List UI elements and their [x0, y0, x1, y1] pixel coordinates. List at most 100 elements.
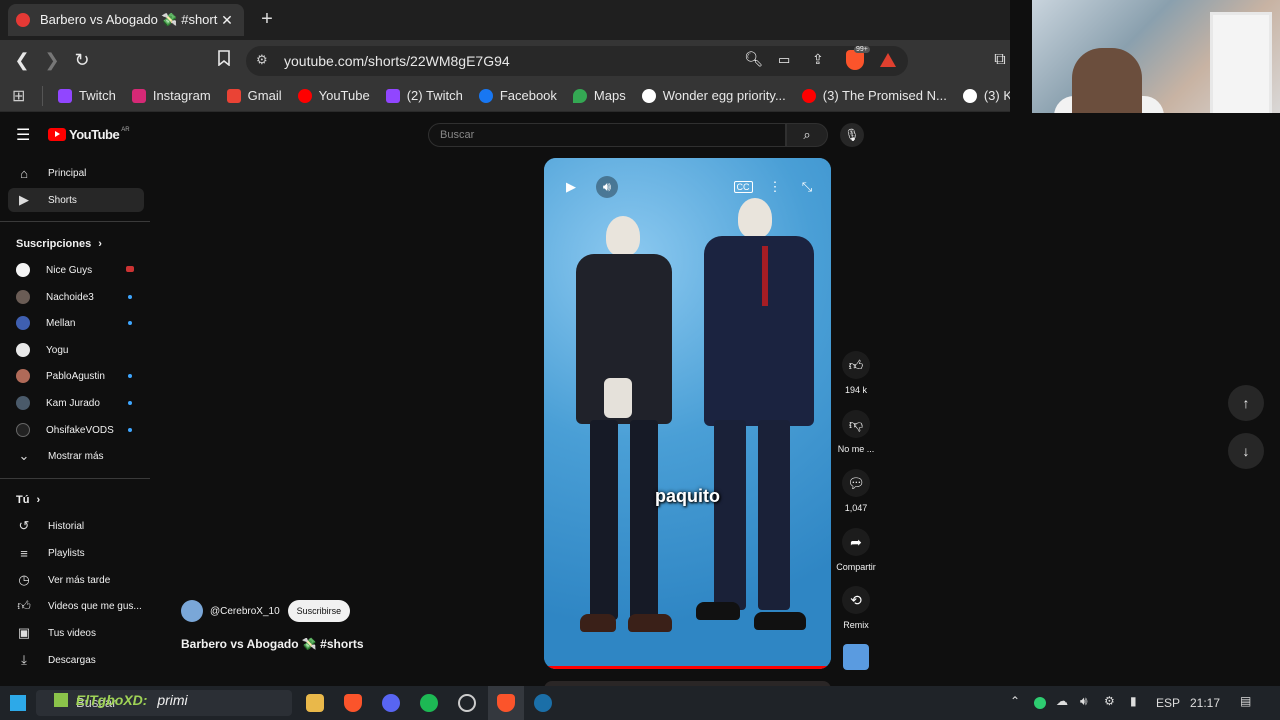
- channel-avatar[interactable]: [181, 600, 203, 622]
- show-hidden-icons[interactable]: ⌃: [1010, 694, 1020, 708]
- bookmark-youtube[interactable]: YouTube: [297, 88, 370, 103]
- tray-status-icon[interactable]: [1034, 697, 1046, 709]
- bookmark-instagram[interactable]: Instagram: [131, 88, 211, 103]
- search-button[interactable]: ⌕: [786, 123, 828, 147]
- bookmark-wonder-egg[interactable]: Wonder egg priority...: [641, 88, 786, 103]
- bookmarks-divider: [42, 86, 43, 106]
- captions-button[interactable]: CC: [732, 176, 754, 198]
- site-settings-icon[interactable]: ⚙: [256, 52, 268, 68]
- obs-icon[interactable]: [458, 694, 476, 712]
- bookmark-gmail[interactable]: Gmail: [226, 88, 282, 103]
- short-title[interactable]: Barbero vs Abogado 💸 #shorts: [181, 637, 364, 651]
- windows-start-icon[interactable]: [10, 695, 26, 711]
- reload-button[interactable]: ↻: [70, 48, 94, 72]
- notifications-icon[interactable]: ▤: [1240, 694, 1251, 708]
- avatar: [16, 263, 30, 277]
- new-tab-button[interactable]: +: [256, 8, 278, 30]
- chat-badge-icon: [54, 693, 68, 707]
- zoom-icon[interactable]: 🔍︎: [744, 50, 763, 68]
- share-icon[interactable]: ⇪: [812, 51, 824, 68]
- play-button[interactable]: ▶: [560, 176, 582, 198]
- steam-tray-icon[interactable]: ⚙: [1104, 694, 1115, 708]
- sidebar-item-principal[interactable]: ⌂ Principal: [8, 161, 144, 185]
- previous-short-button[interactable]: ↑: [1228, 385, 1264, 421]
- bookmark-maps[interactable]: Maps: [572, 88, 626, 103]
- subscription-nachoide3[interactable]: Nachoide3: [8, 285, 144, 309]
- you-heading[interactable]: Tú ›: [16, 494, 40, 506]
- sidebar-item-downloads[interactable]: ⤓ Descargas: [8, 648, 144, 672]
- sidebar-item-watch-later[interactable]: ◷ Ver más tarde: [8, 568, 144, 592]
- expand-icon: ⤡: [801, 179, 813, 194]
- forward-button[interactable]: ❯: [40, 48, 64, 72]
- shield-badge: 99+: [854, 46, 870, 53]
- thumbs-up-icon: 👍︎: [842, 351, 870, 379]
- youtube-logo[interactable]: YouTube AR: [48, 127, 130, 142]
- browser-tab[interactable]: Barbero vs Abogado 💸 #shorts ✕: [8, 4, 244, 36]
- channel-name[interactable]: @CerebroX_10: [210, 606, 280, 617]
- file-explorer-icon[interactable]: [306, 694, 324, 712]
- extensions-icon[interactable]: ⧉: [988, 48, 1012, 72]
- bookmark-twitch-2[interactable]: (2) Twitch: [385, 88, 463, 103]
- subscription-yogu[interactable]: Yogu: [8, 338, 144, 362]
- cast-icon[interactable]: ▭: [778, 52, 790, 68]
- fullscreen-button[interactable]: ⤡: [796, 176, 818, 198]
- subscribe-button[interactable]: Suscribirse: [287, 600, 351, 622]
- twitch-icon: [385, 88, 400, 103]
- volume-tray-icon[interactable]: 🔊︎: [1080, 694, 1088, 709]
- sound-channel-avatar[interactable]: [843, 644, 869, 670]
- subscription-ohsifakevods[interactable]: OhsifakeVODS: [8, 418, 144, 442]
- apps-grid-icon[interactable]: ⊞: [12, 86, 25, 106]
- clock[interactable]: 21:17: [1190, 696, 1220, 710]
- youtube-icon: [801, 88, 816, 103]
- menu-icon[interactable]: ☰: [16, 125, 30, 145]
- next-short-button[interactable]: ↓: [1228, 433, 1264, 469]
- subscription-kam-jurado[interactable]: Kam Jurado: [8, 391, 144, 415]
- sidebar-item-your-videos[interactable]: ▣ Tus videos: [8, 621, 144, 645]
- bookmark-twitch[interactable]: Twitch: [58, 88, 116, 103]
- sidebar-item-shorts[interactable]: ▶ Shorts: [8, 188, 144, 212]
- discord-icon[interactable]: [382, 694, 400, 712]
- avatar: [16, 423, 30, 437]
- language-indicator[interactable]: ESP: [1156, 696, 1180, 710]
- address-bar[interactable]: ⚙ youtube.com/shorts/22WM8gE7G94 🔍︎ ▭ ⇪ …: [246, 46, 908, 76]
- sidebar-item-historial[interactable]: ↺ Historial: [8, 514, 144, 538]
- progress-bar[interactable]: [544, 666, 831, 669]
- spotify-icon[interactable]: [420, 694, 438, 712]
- avatar: [16, 290, 30, 304]
- subscription-mellan[interactable]: Mellan: [8, 311, 144, 335]
- like-button[interactable]: 👍︎ 194 k: [838, 351, 874, 395]
- bookmark-kaiju[interactable]: (3) Kaiju No: [962, 88, 1010, 103]
- brave-shield-icon[interactable]: [846, 50, 864, 70]
- brave-browser-active-icon[interactable]: [497, 694, 515, 712]
- share-button[interactable]: ➦ Compartir: [835, 528, 877, 572]
- close-tab-icon[interactable]: ✕: [218, 12, 236, 29]
- sidebar-item-playlists[interactable]: ≡ Playlists: [8, 541, 144, 565]
- brave-rewards-icon[interactable]: [880, 53, 896, 67]
- cloud-icon[interactable]: ☁: [1056, 694, 1068, 708]
- dislike-button[interactable]: 👎︎ No me ...: [835, 410, 877, 454]
- more-options-button[interactable]: ⋮: [764, 176, 786, 198]
- bookmark-facebook[interactable]: Facebook: [478, 88, 557, 103]
- subscription-nice-guys[interactable]: Nice Guys: [8, 258, 144, 282]
- facebook-icon: [478, 88, 493, 103]
- back-button[interactable]: ❮: [10, 48, 34, 72]
- bookmark-promised-neverland[interactable]: (3) The Promised N...: [801, 88, 947, 103]
- remix-button[interactable]: ⟲ Remix: [838, 586, 874, 630]
- subscription-pabloagustin[interactable]: PabloAgustin: [8, 364, 144, 388]
- brave-browser-icon[interactable]: [344, 694, 362, 712]
- short-video-player[interactable]: ▶ 🔊︎ CC ⋮ ⤡ paquito: [544, 158, 831, 669]
- bookmark-icon[interactable]: [212, 48, 236, 72]
- subscriptions-heading[interactable]: Suscripciones ›: [16, 238, 102, 250]
- usb-icon[interactable]: ▮: [1130, 694, 1137, 708]
- show-more-button[interactable]: ⌄ Mostrar más: [8, 444, 144, 468]
- mute-button[interactable]: 🔊︎: [596, 176, 618, 198]
- google-icon: [641, 88, 656, 103]
- steam-icon[interactable]: [534, 694, 552, 712]
- microphone-icon: 🎙︎: [844, 128, 860, 142]
- comments-button[interactable]: 💬︎ 1,047: [838, 469, 874, 513]
- play-icon: ▶: [566, 179, 576, 194]
- search-input[interactable]: Buscar: [428, 123, 786, 147]
- voice-search-button[interactable]: 🎙︎: [840, 123, 864, 147]
- gmail-icon: [226, 88, 241, 103]
- sidebar-item-liked-videos[interactable]: 👍︎ Videos que me gus...: [8, 594, 144, 618]
